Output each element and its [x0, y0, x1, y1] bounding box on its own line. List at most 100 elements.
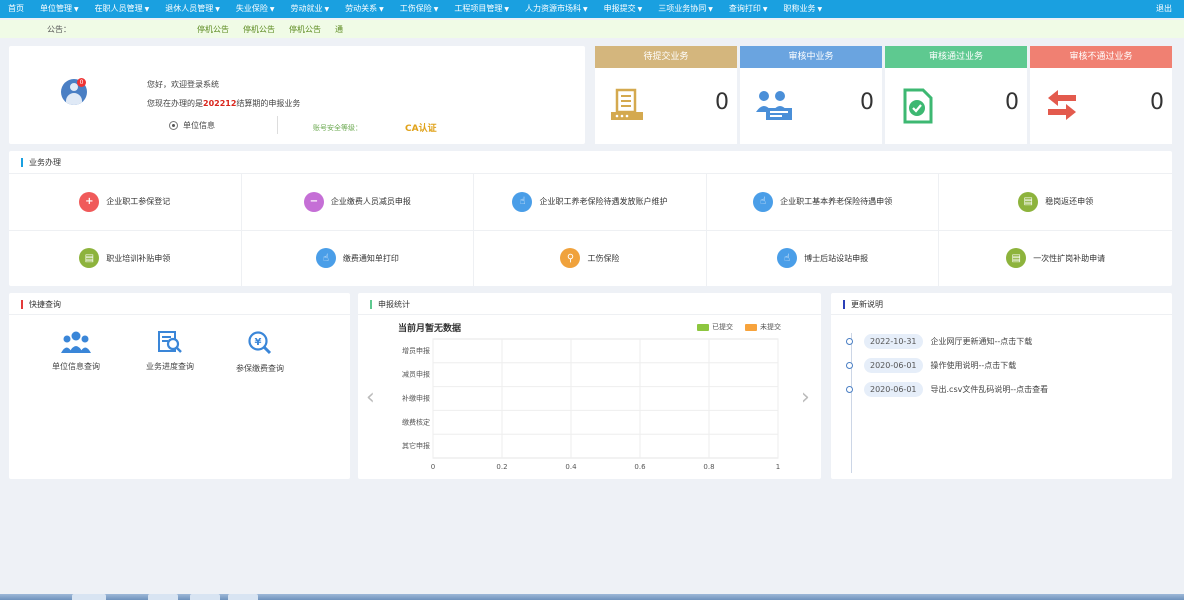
business-item-label: 工伤保险: [587, 253, 620, 263]
business-item[interactable]: ▤ 一次性扩岗补助申请: [939, 229, 1172, 287]
logout-button[interactable]: 退出: [1156, 0, 1172, 18]
business-section: 业务办理 + 企业职工参保登记 − 企业缴费人员减员申报 ☝ 企业职工养老保险待遇发放账户…: [9, 151, 1172, 286]
business-item-label: 企业职工养老保险待遇发放账户维护: [539, 197, 668, 207]
report-stats-panel: 申报统计 当前月暂无数据 已提交 未提交 ‹ › 0 0.2 0.4 0.6 0.8 1 增…: [358, 293, 821, 479]
legend-item-unsubmitted[interactable]: 未提交: [745, 322, 781, 332]
business-item[interactable]: ☝ 企业职工养老保险待遇发放账户维护: [474, 173, 707, 230]
document-icon: ▤: [1006, 248, 1027, 269]
payment-query-button[interactable]: ¥ 参保缴费查询: [225, 331, 295, 374]
plot-area: [432, 338, 779, 459]
chart-next-arrow[interactable]: ›: [801, 385, 810, 410]
taskbar-app-icon[interactable]: [228, 594, 258, 600]
business-item[interactable]: ☝ 缴费通知单打印: [241, 229, 475, 286]
progress-query-button[interactable]: 业务进度查询: [135, 331, 205, 372]
nav-item-label: 劳动关系: [345, 4, 378, 13]
chart-prev-arrow[interactable]: ‹: [366, 385, 375, 410]
person-minus-icon: −: [303, 191, 324, 212]
chevron-down-icon: ▼: [433, 6, 439, 13]
legend-item-submitted[interactable]: 已提交: [697, 322, 733, 332]
timeline-dot-icon: [846, 386, 853, 393]
section-title: 更新说明: [843, 299, 883, 310]
accent-bar: [843, 300, 845, 309]
nav-item-label: 失业保险: [235, 4, 268, 13]
period-prefix: 您现在办理的是: [147, 99, 203, 108]
notice-link[interactable]: 停机公告: [289, 24, 321, 35]
notice-link[interactable]: 停机公告: [197, 24, 229, 35]
chevron-down-icon: ▼: [379, 6, 384, 13]
stat-value: 0: [715, 90, 729, 115]
nav-item[interactable]: 查询打印 ▼: [721, 0, 776, 18]
yuan-search-icon: ¥: [248, 331, 272, 355]
users-group-icon: [754, 88, 794, 125]
stat-card-pending[interactable]: 待提交业务 0: [595, 46, 737, 144]
nav-item-label: 单位管理: [40, 4, 72, 13]
business-item[interactable]: ⚲ 工伤保险: [474, 229, 707, 286]
period-suffix: 结算期的申报业务: [236, 99, 301, 108]
y-category-label: 增员申报: [402, 346, 430, 355]
nav-item[interactable]: 退休人员管理 ▼: [157, 0, 228, 18]
nav-item-label: 工程项目管理: [454, 4, 503, 13]
business-item[interactable]: ☝ 企业职工基本养老保险待遇申领: [706, 173, 940, 230]
business-item[interactable]: ☝ 博士后站设站申报: [706, 229, 940, 286]
update-item[interactable]: 2020-06-01 导出.csv文件乱码说明--点击查看: [846, 382, 1048, 397]
business-item[interactable]: ▤ 稳岗返还申领: [939, 173, 1172, 230]
stat-title: 待提交业务: [595, 46, 737, 68]
check-document-icon: [899, 88, 935, 127]
nav-item[interactable]: 申报提交 ▼: [596, 0, 651, 18]
stat-title: 审核不通过业务: [1030, 46, 1172, 68]
nav-item[interactable]: 首页: [0, 0, 32, 18]
business-item[interactable]: − 企业缴费人员减员申报: [241, 173, 475, 230]
update-item[interactable]: 2022-10-31 企业网厅更新通知--点击下载: [846, 334, 1032, 349]
taskbar-app-icon[interactable]: [148, 594, 178, 600]
section-title-label: 业务办理: [29, 158, 61, 167]
nav-item[interactable]: 劳动就业 ▼: [283, 0, 338, 18]
avatar-body: [66, 93, 82, 105]
business-grid: + 企业职工参保登记 − 企业缴费人员减员申报 ☝ 企业职工养老保险待遇发放账户维护 ☝ 企业…: [9, 173, 1172, 286]
hand-pointer-icon: ☝: [777, 248, 798, 269]
document-icon: ▤: [79, 248, 100, 269]
business-item-label: 稳岗返还申领: [1045, 197, 1094, 207]
nav-item[interactable]: 工程项目管理 ▼: [446, 0, 517, 18]
chevron-down-icon: ▼: [583, 6, 588, 13]
taskbar-app-icon[interactable]: [72, 594, 106, 600]
stat-card-approved[interactable]: 审核通过业务 0: [885, 46, 1027, 144]
accent-bar: [370, 300, 372, 309]
update-text: 企业网厅更新通知--点击下载: [930, 337, 1033, 346]
business-item-label: 企业职工基本养老保险待遇申领: [780, 197, 893, 207]
quick-item-label: 业务进度查询: [146, 362, 194, 371]
accent-bar: [21, 300, 23, 309]
section-title-label: 申报统计: [378, 300, 410, 309]
nav-item[interactable]: 劳动关系 ▼: [337, 0, 392, 18]
unit-info-query-button[interactable]: 单位信息查询: [41, 331, 111, 372]
nav-item[interactable]: 在职人员管理 ▼: [87, 0, 158, 18]
business-item-label: 博士后站设站申报: [804, 253, 869, 263]
unit-info-link[interactable]: 单位信息: [169, 120, 215, 131]
stat-card-reviewing[interactable]: 审核中业务 0: [740, 46, 882, 144]
svg-text:¥: ¥: [255, 337, 262, 348]
stat-card-rejected[interactable]: 审核不通过业务 0: [1030, 46, 1172, 144]
business-item[interactable]: + 企业职工参保登记: [9, 173, 242, 230]
business-item[interactable]: ▤ 职业培训补贴申领: [9, 229, 242, 286]
ca-auth-link[interactable]: CA认证: [405, 121, 437, 134]
update-date: 2022-10-31: [864, 334, 923, 349]
update-item[interactable]: 2020-06-01 操作使用说明--点击下载: [846, 358, 1016, 373]
chevron-down-icon: ▼: [504, 6, 509, 13]
notice-link[interactable]: 通: [335, 24, 343, 35]
hand-pointer-icon: ☝: [753, 191, 774, 212]
nav-item[interactable]: 工伤保险 ▼: [392, 0, 447, 18]
nav-item[interactable]: 单位管理 ▼: [32, 0, 87, 18]
nav-item[interactable]: 三项业务协同 ▼: [650, 0, 721, 18]
nav-item[interactable]: 人力资源市场科 ▼: [517, 0, 596, 18]
notice-link[interactable]: 停机公告: [243, 24, 275, 35]
nav-item[interactable]: 职称业务 ▼: [776, 0, 831, 18]
update-date: 2020-06-01: [864, 382, 923, 397]
return-arrows-icon: [1044, 88, 1080, 125]
chevron-down-icon: ▼: [144, 6, 150, 13]
legend-swatch: [745, 323, 757, 331]
taskbar-app-icon[interactable]: [190, 594, 220, 600]
nav-item-label: 人力资源市场科: [525, 4, 581, 13]
nav-item-label: 工伤保险: [399, 4, 432, 13]
chevron-down-icon: ▼: [637, 6, 643, 13]
nav-item[interactable]: 失业保险 ▼: [228, 0, 283, 18]
timeline-dot-icon: [846, 338, 853, 345]
